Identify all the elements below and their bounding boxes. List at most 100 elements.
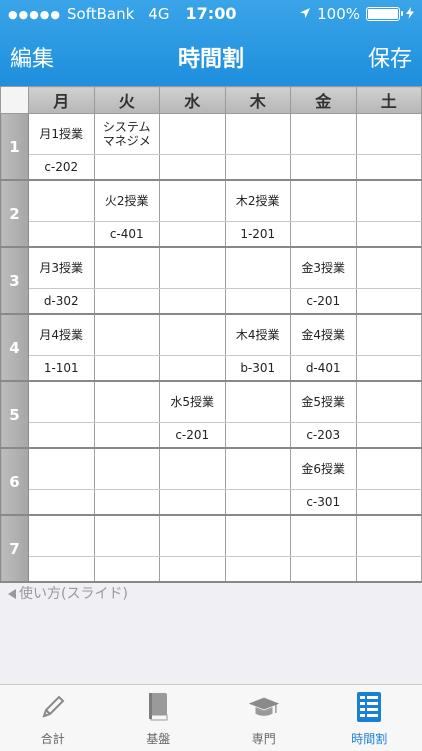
room-cell[interactable]: 1-201	[225, 222, 291, 248]
room-cell[interactable]	[356, 356, 422, 382]
room-cell[interactable]	[291, 155, 357, 181]
room-cell[interactable]	[160, 155, 226, 181]
room-cell[interactable]: c-203	[291, 423, 357, 449]
save-button[interactable]: 保存	[368, 41, 412, 73]
day-header: 木	[225, 87, 291, 114]
room-cell[interactable]: b-301	[225, 356, 291, 382]
room-cell[interactable]: c-201	[160, 423, 226, 449]
subject-cell[interactable]	[356, 114, 422, 155]
subject-cell[interactable]	[356, 180, 422, 222]
subject-cell[interactable]	[225, 448, 291, 490]
tab-foundation[interactable]: 基盤	[106, 685, 212, 751]
room-cell[interactable]: c-201	[291, 289, 357, 315]
subject-cell[interactable]	[29, 180, 95, 222]
room-cell[interactable]: c-202	[29, 155, 95, 181]
navigation-bar: 編集 時間割 保存	[0, 34, 422, 80]
tab-specialty[interactable]: 専門	[211, 685, 317, 751]
room-cell[interactable]	[291, 222, 357, 248]
subject-cell[interactable]	[160, 180, 226, 222]
room-cell[interactable]: c-301	[291, 490, 357, 516]
subject-cell[interactable]	[94, 314, 160, 356]
subject-cell[interactable]	[29, 381, 95, 423]
room-cell[interactable]	[29, 557, 95, 583]
room-cell[interactable]	[291, 557, 357, 583]
room-cell[interactable]	[356, 423, 422, 449]
subject-cell[interactable]: 金4授業	[291, 314, 357, 356]
room-cell[interactable]	[160, 222, 226, 248]
subject-cell[interactable]: システム マネジメ	[94, 114, 160, 155]
room-cell[interactable]	[29, 423, 95, 449]
room-cell[interactable]	[356, 490, 422, 516]
room-cell[interactable]	[94, 423, 160, 449]
subject-cell[interactable]: 水5授業	[160, 381, 226, 423]
period-number: 5	[1, 381, 29, 448]
subject-cell[interactable]: 金5授業	[291, 381, 357, 423]
period-row: 3月3授業金3授業	[1, 247, 422, 289]
room-cell[interactable]	[225, 490, 291, 516]
subject-cell[interactable]: 月4授業	[29, 314, 95, 356]
room-cell[interactable]	[94, 356, 160, 382]
room-cell[interactable]	[29, 222, 95, 248]
subject-cell[interactable]	[225, 114, 291, 155]
room-cell[interactable]	[160, 289, 226, 315]
tab-total-label: 合計	[41, 730, 65, 747]
room-cell[interactable]	[225, 155, 291, 181]
subject-cell[interactable]	[160, 515, 226, 557]
subject-cell[interactable]	[29, 448, 95, 490]
subject-cell[interactable]: 月3授業	[29, 247, 95, 289]
room-cell[interactable]	[356, 222, 422, 248]
room-cell[interactable]	[94, 155, 160, 181]
room-cell[interactable]	[225, 289, 291, 315]
subject-cell[interactable]: 金6授業	[291, 448, 357, 490]
subject-cell[interactable]	[225, 247, 291, 289]
subject-cell[interactable]	[356, 314, 422, 356]
subject-cell[interactable]	[356, 515, 422, 557]
subject-cell[interactable]	[94, 381, 160, 423]
subject-cell[interactable]	[29, 515, 95, 557]
tab-total[interactable]: 合計	[0, 685, 106, 751]
room-cell[interactable]	[225, 557, 291, 583]
subject-cell[interactable]: 月1授業	[29, 114, 95, 155]
subject-cell[interactable]	[291, 114, 357, 155]
subject-cell[interactable]: 金3授業	[291, 247, 357, 289]
room-cell[interactable]	[356, 155, 422, 181]
tab-timetable[interactable]: 時間割	[317, 685, 422, 751]
subject-cell[interactable]	[291, 180, 357, 222]
subject-cell[interactable]	[160, 448, 226, 490]
how-to-use-link[interactable]: 使い方(スライド)	[8, 583, 128, 603]
subject-cell[interactable]	[356, 448, 422, 490]
subject-cell[interactable]	[160, 314, 226, 356]
room-cell[interactable]	[94, 490, 160, 516]
subject-cell[interactable]	[225, 515, 291, 557]
subject-cell[interactable]: 木4授業	[225, 314, 291, 356]
room-cell[interactable]	[225, 423, 291, 449]
subject-cell[interactable]	[94, 515, 160, 557]
subject-cell[interactable]	[94, 448, 160, 490]
subject-cell[interactable]	[160, 114, 226, 155]
room-cell[interactable]	[160, 557, 226, 583]
room-cell[interactable]: d-401	[291, 356, 357, 382]
room-cell[interactable]	[94, 289, 160, 315]
subject-cell[interactable]	[225, 381, 291, 423]
room-cell[interactable]	[356, 557, 422, 583]
room-row	[1, 557, 422, 583]
period-row: 5水5授業金5授業	[1, 381, 422, 423]
how-to-use-label: 使い方(スライド)	[19, 586, 128, 602]
subject-cell[interactable]	[291, 515, 357, 557]
subject-cell[interactable]: 木2授業	[225, 180, 291, 222]
subject-cell[interactable]	[160, 247, 226, 289]
subject-cell[interactable]: 火2授業	[94, 180, 160, 222]
charging-bolt-icon	[406, 5, 414, 23]
room-cell[interactable]: c-401	[94, 222, 160, 248]
room-cell[interactable]: d-302	[29, 289, 95, 315]
room-cell[interactable]	[356, 289, 422, 315]
room-cell[interactable]: 1-101	[29, 356, 95, 382]
room-cell[interactable]	[29, 490, 95, 516]
subject-cell[interactable]	[356, 247, 422, 289]
subject-cell[interactable]	[356, 381, 422, 423]
room-row: d-302 c-201	[1, 289, 422, 315]
room-cell[interactable]	[160, 356, 226, 382]
room-cell[interactable]	[94, 557, 160, 583]
room-cell[interactable]	[160, 490, 226, 516]
subject-cell[interactable]	[94, 247, 160, 289]
